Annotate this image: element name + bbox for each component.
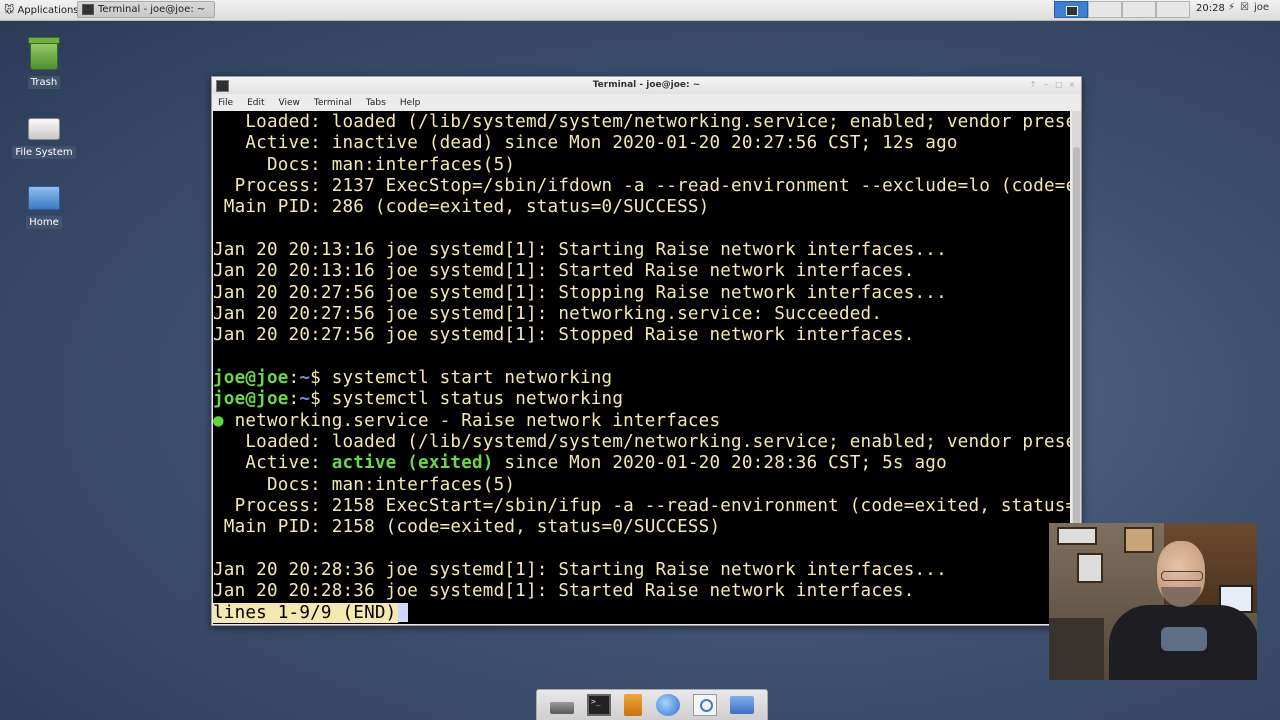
top-panel: 🐭 Applications Terminal - joe@joe: ~ 20:… <box>0 0 1280 21</box>
terminal-line: Jan 20 20:13:16 joe systemd[1]: Starting… <box>213 239 947 260</box>
terminal-line: Docs: man:interfaces(5) <box>213 474 516 495</box>
terminal-line: Jan 20 20:28:36 joe systemd[1]: Starting… <box>213 559 947 580</box>
bottom-dock <box>536 689 768 720</box>
terminal-icon <box>82 4 94 15</box>
active-prefix: Active: <box>213 453 332 474</box>
trash-icon <box>28 37 60 70</box>
window-titlebar[interactable]: Terminal - joe@joe: ~ ↑ – □ × <box>212 77 1081 94</box>
prompt-user: joe@joe <box>213 389 289 410</box>
menu-file[interactable]: File <box>218 98 233 108</box>
app-finder-icon[interactable] <box>692 694 717 716</box>
desktop-icon-home[interactable]: Home <box>9 180 79 229</box>
network-icon[interactable]: ☒ <box>1240 2 1249 13</box>
taskbar-terminal-button[interactable]: Terminal - joe@joe: ~ <box>77 1 215 18</box>
active-line: Active: active (exited) since Mon 2020-0… <box>213 453 1070 474</box>
prompt-sep: : <box>288 389 300 410</box>
terminal-line: Loaded: loaded (/lib/systemd/system/netw… <box>213 431 1070 452</box>
workspace-3[interactable] <box>1122 1 1156 18</box>
webcam-chair <box>1049 618 1104 680</box>
terminal-line: Jan 20 20:13:16 joe systemd[1]: Started … <box>213 261 915 282</box>
workspace-4[interactable] <box>1156 1 1190 18</box>
desktop-icon-label: Home <box>26 216 62 229</box>
text-cursor <box>398 603 409 623</box>
prompt-sep: : <box>288 367 300 388</box>
applications-label: Applications <box>17 4 79 16</box>
user-menu[interactable]: joe <box>1254 2 1269 13</box>
webcam-shirt-print <box>1161 627 1207 651</box>
xfce-logo-icon: 🐭 <box>4 4 15 16</box>
desktop-icon-file-system[interactable]: File System <box>9 110 79 159</box>
terminal-line: Jan 20 20:27:56 joe systemd[1]: Stopped … <box>213 325 915 346</box>
drive-icon <box>28 118 60 140</box>
terminal-line: Jan 20 20:27:56 joe systemd[1]: Stopping… <box>213 282 947 303</box>
window-title: Terminal - joe@joe: ~ <box>592 80 701 90</box>
terminal-line: Docs: man:interfaces(5) <box>213 154 516 175</box>
prompt-line: joe@joe:~$ systemctl start networking <box>213 368 1070 389</box>
desktop-icon-trash[interactable]: Trash <box>9 37 79 89</box>
panel-clock[interactable]: 20:28 <box>1196 3 1225 14</box>
webcam-picture-frame <box>1077 553 1103 583</box>
desktop-icon-label: Trash <box>27 76 61 89</box>
terminal-line: Loaded: loaded (/lib/systemd/system/netw… <box>213 112 1070 132</box>
maximize-button[interactable]: □ <box>1054 80 1064 90</box>
terminal-line: Jan 20 20:28:36 joe systemd[1]: Started … <box>213 581 915 602</box>
webcam-picture-frame <box>1057 527 1097 545</box>
prompt-line: joe@joe:~$ systemctl status networking <box>213 389 1070 410</box>
power-icon[interactable]: ⚡ <box>1228 2 1235 13</box>
show-desktop-icon[interactable] <box>549 702 574 714</box>
prompt-path: ~ <box>299 389 311 410</box>
menu-view[interactable]: View <box>279 98 300 108</box>
webcam-picture-frame <box>1124 527 1154 553</box>
window-shade-button[interactable]: ↑ <box>1028 80 1038 90</box>
command-text: systemctl start networking <box>331 367 613 388</box>
prompt-symbol: $ <box>310 367 332 388</box>
active-state: active (exited) <box>331 453 494 474</box>
taskbar-terminal-label: Terminal - joe@joe: ~ <box>98 4 206 15</box>
workspace-1[interactable] <box>1054 1 1088 18</box>
command-text: systemctl status networking <box>331 389 624 410</box>
webcam-overlay <box>1049 523 1257 680</box>
system-tray: ⚡ ☒ joe <box>1228 2 1269 13</box>
home-folder-icon <box>28 186 60 210</box>
terminal-line: Main PID: 286 (code=exited, status=0/SUC… <box>213 197 710 218</box>
menu-terminal[interactable]: Terminal <box>314 98 352 108</box>
file-manager-icon[interactable] <box>624 694 643 716</box>
prompt-user: joe@joe <box>213 367 289 388</box>
menu-help[interactable]: Help <box>400 98 421 108</box>
prompt-path: ~ <box>299 367 311 388</box>
desktop-icon-label: File System <box>12 146 76 159</box>
service-name: networking.service - Raise network inter… <box>223 410 721 431</box>
workspace-switcher <box>1054 1 1190 19</box>
terminal-line: Process: 2158 ExecStart=/sbin/ifup -a --… <box>213 495 1070 516</box>
active-suffix: since Mon 2020-01-20 20:28:36 CST; 5s ag… <box>493 453 947 474</box>
menu-tabs[interactable]: Tabs <box>366 98 386 108</box>
close-button[interactable]: × <box>1067 80 1077 90</box>
applications-menu[interactable]: 🐭 Applications <box>0 0 83 20</box>
web-browser-icon[interactable] <box>655 694 680 716</box>
terminal-window: Terminal - joe@joe: ~ ↑ – □ × File Edit … <box>211 76 1082 656</box>
pager-status-line: lines 1-9/9 (END) <box>213 602 1070 624</box>
terminal-output[interactable]: Loaded: loaded (/lib/systemd/system/netw… <box>213 111 1070 624</box>
prompt-symbol: $ <box>310 389 332 410</box>
terminal-line: Main PID: 2158 (code=exited, status=0/SU… <box>213 517 721 538</box>
pager-status: lines 1-9/9 (END) <box>213 602 399 623</box>
webcam-person-glasses <box>1161 571 1203 581</box>
window-menubar: File Edit View Terminal Tabs Help <box>212 94 1081 111</box>
minimize-button[interactable]: – <box>1041 80 1051 90</box>
terminal-icon[interactable] <box>586 694 611 716</box>
terminal-line: Jan 20 20:27:56 joe systemd[1]: networki… <box>213 303 883 324</box>
terminal-line: Process: 2137 ExecStop=/sbin/ifdown -a -… <box>213 175 1070 196</box>
menu-edit[interactable]: Edit <box>247 98 264 108</box>
status-dot-icon: ● <box>213 410 224 431</box>
folder-icon[interactable] <box>730 696 755 714</box>
terminal-line: Active: inactive (dead) since Mon 2020-0… <box>213 133 958 154</box>
workspace-2[interactable] <box>1088 1 1122 18</box>
service-line: ● networking.service - Raise network int… <box>213 411 1070 432</box>
